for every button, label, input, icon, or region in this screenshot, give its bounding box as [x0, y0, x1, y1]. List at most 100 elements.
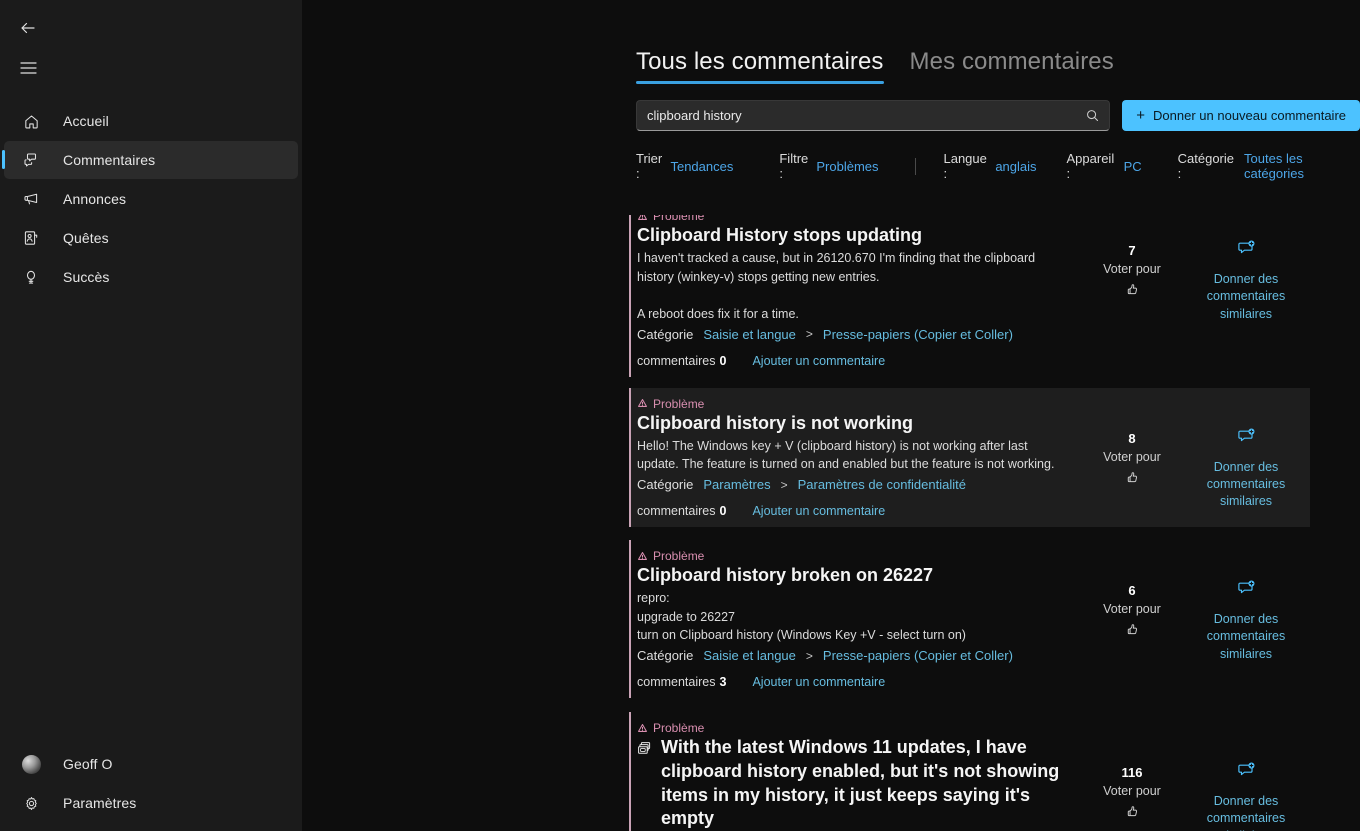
category-link-primary[interactable]: Paramètres: [703, 477, 770, 492]
sidebar-top: [0, 0, 302, 88]
sidebar-item-annonces[interactable]: Annonces: [4, 180, 298, 218]
card-title[interactable]: Clipboard History stops updating: [637, 224, 1064, 248]
filter-language-label: Langue :: [943, 151, 987, 181]
filter-sort-label: Trier :: [636, 151, 663, 181]
comments-label: commentaires: [637, 353, 716, 368]
sidebar-item-label: Annonces: [63, 191, 127, 207]
search-input[interactable]: [637, 101, 1110, 130]
add-comment-link[interactable]: Ajouter un commentaire: [752, 675, 885, 689]
card-description: I haven't tracked a cause, but in 26120.…: [637, 250, 1036, 321]
tab-my-feedback[interactable]: Mes commentaires: [910, 48, 1114, 84]
similar-feedback-button[interactable]: Donner des commentaires similaires: [1182, 397, 1310, 518]
chevron-right-icon: >: [805, 648, 813, 663]
vote-button[interactable]: 116 Voter pour: [1082, 721, 1182, 831]
search-row: + Donner un nouveau commentaire: [302, 84, 1360, 131]
sidebar-item-quetes[interactable]: Quêtes: [4, 219, 298, 257]
menu-toggle-button[interactable]: [6, 48, 50, 88]
vote-button[interactable]: 8 Voter pour: [1082, 397, 1182, 518]
status-badge-label: Problème: [653, 215, 705, 223]
card-title-text: With the latest Windows 11 updates, I ha…: [661, 737, 1060, 829]
filter-sort-value[interactable]: Tendances: [670, 159, 733, 174]
problem-icon: [638, 551, 647, 560]
card-description: Hello! The Windows key + V (clipboard hi…: [637, 438, 1055, 472]
similar-feedback-icon: [1237, 427, 1256, 451]
status-badge: Problème: [637, 215, 1064, 223]
filter-language-value[interactable]: anglais: [995, 159, 1036, 174]
category-link-primary[interactable]: Saisie et langue: [703, 648, 796, 663]
filter-category[interactable]: Catégorie : Toutes les catégories: [1178, 151, 1360, 181]
card-accent-bar: [629, 712, 631, 831]
card-title[interactable]: With the latest Windows 11 updates, I ha…: [637, 736, 1064, 831]
filter-sort[interactable]: Trier : Tendances: [636, 151, 733, 181]
sidebar-user-profile[interactable]: Geoff O: [4, 745, 298, 783]
sidebar-item-accueil[interactable]: Accueil: [4, 102, 298, 140]
feedback-card[interactable]: Problème Clipboard history is not workin…: [629, 387, 1310, 527]
sidebar-item-commentaires[interactable]: Commentaires: [2, 141, 298, 179]
filter-type[interactable]: Filtre : Problèmes: [779, 151, 878, 181]
filter-category-label: Catégorie :: [1177, 151, 1235, 181]
card-title-text: Clipboard history is not working: [637, 412, 914, 433]
avatar: [21, 754, 41, 774]
chevron-right-icon: >: [805, 327, 813, 342]
filter-language[interactable]: Langue : anglais: [943, 151, 1036, 181]
tab-all-feedback[interactable]: Tous les commentaires: [636, 48, 884, 84]
filter-separator: [914, 157, 916, 175]
thumbs-up-icon[interactable]: [1125, 804, 1140, 824]
vote-button[interactable]: 7 Voter pour: [1082, 215, 1182, 368]
category-link-primary[interactable]: Saisie et langue: [703, 327, 796, 342]
category-link-secondary[interactable]: Presse-papiers (Copier et Coller): [823, 327, 1013, 342]
feedback-card[interactable]: Problème Clipboard history broken on 262…: [629, 540, 1310, 698]
problem-icon: [638, 723, 647, 732]
add-comment-link[interactable]: Ajouter un commentaire: [752, 354, 885, 368]
filter-device-value[interactable]: PC: [1124, 159, 1142, 174]
sidebar-user-label: Geoff O: [63, 756, 113, 772]
card-comment-row: commentaires 3 Ajouter un commentaire: [637, 675, 1064, 689]
card-description: repro: upgrade to 26227 turn on Clipboar…: [637, 590, 966, 643]
similar-feedback-label: Donner des commentaires similaires: [1206, 612, 1286, 661]
similar-feedback-button[interactable]: Donner des commentaires similaires: [1182, 549, 1310, 689]
card-title-text: Clipboard history broken on 26227: [637, 565, 934, 585]
thumbs-up-icon[interactable]: [1125, 622, 1140, 642]
vote-button[interactable]: 6 Voter pour: [1082, 549, 1182, 689]
search-icon[interactable]: [1085, 109, 1099, 123]
comment-count-wrap: commentaires 3: [637, 675, 726, 689]
sidebar-item-label: Succès: [63, 269, 110, 285]
category-link-secondary[interactable]: Presse-papiers (Copier et Coller): [823, 648, 1013, 663]
card-body: Problème Clipboard history is not workin…: [629, 397, 1082, 518]
filter-type-label: Filtre :: [779, 151, 809, 181]
vote-label: Voter pour: [1103, 602, 1161, 616]
sidebar-item-parametres[interactable]: Paramètres: [4, 784, 298, 822]
card-category-row: Catégorie Saisie et langue > Presse-papi…: [637, 648, 1064, 663]
similar-feedback-button[interactable]: Donner des commentaires similaires: [1182, 721, 1310, 831]
card-category-row: Catégorie Paramètres > Paramètres de con…: [637, 477, 1064, 492]
category-label: Catégorie: [637, 648, 694, 663]
filter-device[interactable]: Appareil : PC: [1067, 151, 1142, 181]
sidebar-bottom: Geoff O Paramètres: [0, 745, 302, 831]
sidebar-item-succes[interactable]: Succès: [4, 258, 298, 296]
filter-type-value[interactable]: Problèmes: [816, 159, 878, 174]
vote-label: Voter pour: [1103, 262, 1161, 276]
comments-label: commentaires: [637, 675, 716, 689]
search-box[interactable]: [636, 100, 1111, 131]
feedback-list[interactable]: Problème Clipboard History stops updatin…: [302, 215, 1360, 831]
filter-bar: Trier : Tendances Filtre : Problèmes Lan…: [302, 131, 1360, 181]
status-badge: Problème: [637, 549, 1064, 563]
add-comment-link[interactable]: Ajouter un commentaire: [752, 504, 885, 518]
category-label: Catégorie: [637, 477, 694, 492]
card-title[interactable]: Clipboard history is not working: [637, 412, 1064, 436]
card-body: Problème With the latest Windows 11 upda…: [629, 721, 1082, 831]
category-link-secondary[interactable]: Paramètres de confidentialité: [798, 477, 966, 492]
back-button[interactable]: [6, 8, 50, 48]
filter-category-value[interactable]: Toutes les catégories: [1244, 151, 1360, 181]
feedback-card[interactable]: Problème With the latest Windows 11 upda…: [629, 712, 1310, 831]
thumbs-up-icon[interactable]: [1125, 282, 1140, 302]
feedback-card[interactable]: Problème Clipboard History stops updatin…: [629, 215, 1310, 377]
card-comment-row: commentaires 0 Ajouter un commentaire: [637, 504, 1064, 518]
similar-feedback-button[interactable]: Donner des commentaires similaires: [1182, 215, 1310, 368]
filter-device-label: Appareil :: [1066, 151, 1115, 181]
feedback-icon: [21, 150, 41, 170]
new-feedback-button[interactable]: + Donner un nouveau commentaire: [1122, 100, 1360, 131]
thumbs-up-icon[interactable]: [1125, 470, 1140, 490]
card-title[interactable]: Clipboard history broken on 26227: [637, 564, 1064, 588]
card-body: Problème Clipboard history broken on 262…: [629, 549, 1082, 689]
